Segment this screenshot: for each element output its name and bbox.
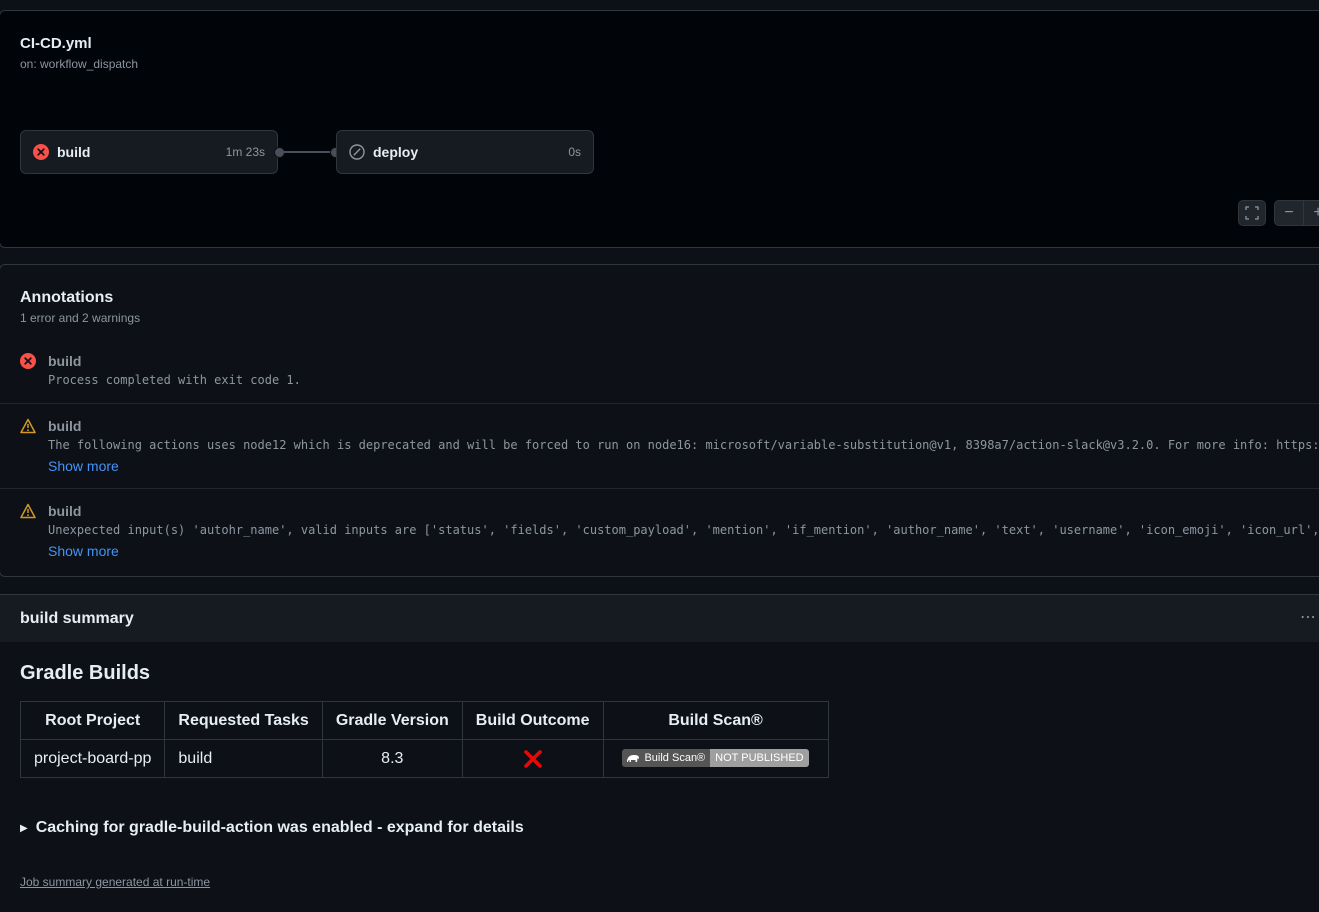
zoom-controls: − + xyxy=(1274,200,1319,226)
expand-triangle-icon: ▶ xyxy=(20,822,28,834)
gradle-builds-heading: Gradle Builds xyxy=(20,662,151,684)
annotation-message: Unexpected input(s) 'autohr_name', valid… xyxy=(48,523,1319,537)
error-icon xyxy=(20,353,36,369)
badge-status: NOT PUBLISHED xyxy=(710,749,809,768)
gradle-elephant-icon xyxy=(627,755,640,763)
skipped-icon xyxy=(349,144,365,160)
error-icon xyxy=(33,144,49,160)
show-more-link[interactable]: Show more xyxy=(48,458,119,474)
summary-header: build summary ⋯ xyxy=(0,594,1319,643)
summary-title: build summary xyxy=(20,610,134,627)
table-row: project-board-pp build 8.3 Build Scan® N… xyxy=(19,739,829,778)
job-summary-footer-link[interactable]: Job summary generated at run-time xyxy=(20,875,210,889)
root-project-cell: project-board-pp xyxy=(19,739,166,778)
table-header: Requested Tasks xyxy=(164,701,323,740)
annotation-job[interactable]: build xyxy=(48,503,81,519)
job-node-deploy[interactable]: deploy 0s xyxy=(336,130,594,174)
workflow-file-name: CI-CD.yml xyxy=(20,35,92,52)
summary-body: Gradle Builds Root Project Requested Tas… xyxy=(0,642,1319,912)
job-name: deploy xyxy=(373,144,419,160)
caching-details-toggle[interactable]: ▶ Caching for gradle-build-action was en… xyxy=(20,819,524,837)
workflow-trigger: on: workflow_dispatch xyxy=(20,57,139,71)
table-header: Gradle Version xyxy=(321,701,463,740)
badge-label: Build Scan® xyxy=(644,752,706,765)
annotations-panel: Annotations 1 error and 2 warnings build… xyxy=(0,264,1319,577)
kebab-menu-icon[interactable]: ⋯ xyxy=(1300,607,1316,627)
warning-icon xyxy=(20,418,36,434)
zoom-out-icon[interactable]: − xyxy=(1275,204,1303,222)
divider xyxy=(0,403,1319,404)
annotation-message: Process completed with exit code 1. xyxy=(48,373,301,387)
job-name: build xyxy=(57,144,91,160)
job-duration: 0s xyxy=(568,145,581,159)
annotation-job[interactable]: build xyxy=(48,418,81,434)
divider xyxy=(0,488,1319,489)
build-scan-badge[interactable]: Build Scan® NOT PUBLISHED xyxy=(622,749,809,768)
warning-icon xyxy=(20,503,36,519)
failed-x-icon xyxy=(523,749,542,768)
job-node-build[interactable]: build 1m 23s xyxy=(20,130,278,174)
job-duration: 1m 23s xyxy=(225,145,265,159)
fullscreen-button[interactable] xyxy=(1238,200,1266,226)
build-scan-cell: Build Scan® NOT PUBLISHED xyxy=(602,739,829,778)
table-header: Root Project xyxy=(19,701,166,740)
table-header: Build Scan® xyxy=(602,701,829,740)
workflow-graph: CI-CD.yml on: workflow_dispatch build 1m… xyxy=(0,10,1319,248)
table-header-row: Root Project Requested Tasks Gradle Vers… xyxy=(19,701,829,740)
fullscreen-icon xyxy=(1245,206,1259,220)
show-more-link[interactable]: Show more xyxy=(48,543,119,559)
table-header: Build Outcome xyxy=(461,701,604,740)
requested-tasks-cell: build xyxy=(164,739,323,778)
gradle-builds-table: Root Project Requested Tasks Gradle Vers… xyxy=(19,701,829,778)
annotation-message: The following actions uses node12 which … xyxy=(48,438,1319,452)
build-outcome-cell xyxy=(461,739,604,778)
annotations-title: Annotations xyxy=(20,289,114,306)
annotations-count: 1 error and 2 warnings xyxy=(20,311,141,325)
annotation-job[interactable]: build xyxy=(48,353,81,369)
zoom-in-icon[interactable]: + xyxy=(1304,204,1319,222)
job-connector xyxy=(279,151,335,153)
gradle-version-cell: 8.3 xyxy=(321,739,463,778)
caching-details-label: Caching for gradle-build-action was enab… xyxy=(35,819,524,836)
